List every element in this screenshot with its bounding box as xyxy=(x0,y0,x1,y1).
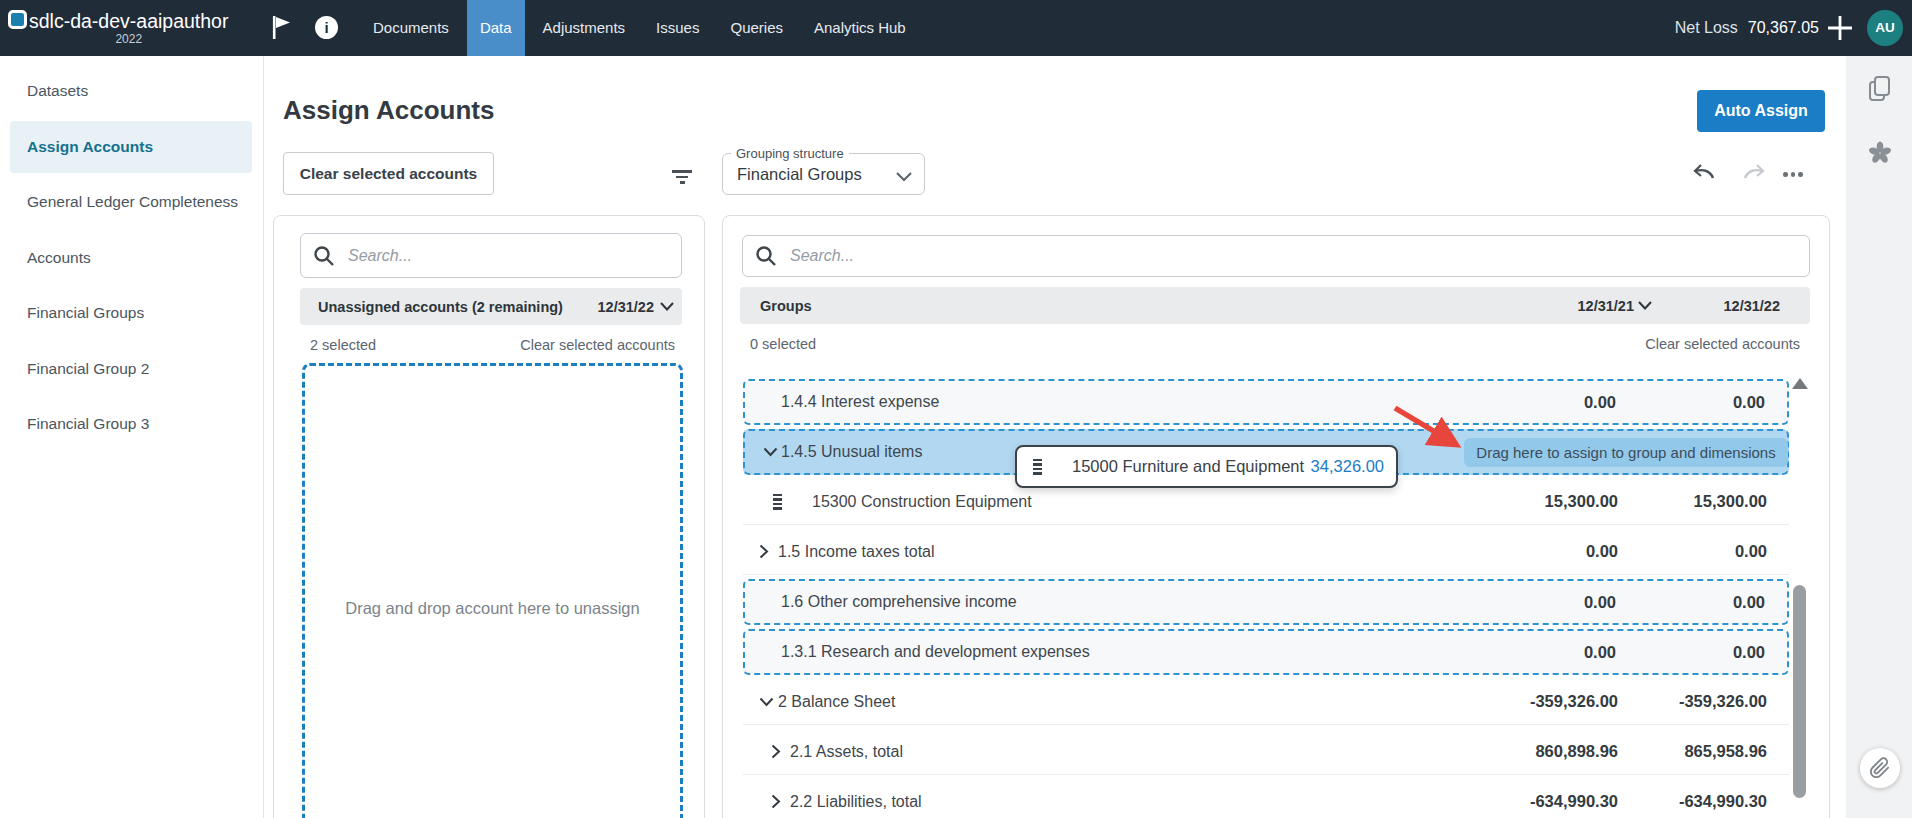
paperclip-icon xyxy=(1869,757,1891,779)
workspace-title: sdlc-da-dev-aaipauthor xyxy=(29,9,228,33)
sidebar: Datasets Assign Accounts General Ledger … xyxy=(0,56,264,818)
groups-header: Groups 12/31/21 12/31/22 xyxy=(740,287,1810,324)
search-icon xyxy=(755,245,777,267)
left-clear-selected-link[interactable]: Clear selected accounts xyxy=(520,337,675,353)
left-date-column: 12/31/22 xyxy=(598,299,654,315)
nav-queries[interactable]: Queries xyxy=(717,0,796,56)
groups-panel: Search... Groups 12/31/21 12/31/22 0 sel… xyxy=(722,215,1830,818)
grouping-structure-select[interactable]: Grouping structure Financial Groups xyxy=(722,153,925,195)
app-logo[interactable]: sdlc-da-dev-aaipauthor 2022 xyxy=(8,7,228,46)
chevron-right-icon[interactable] xyxy=(759,544,769,559)
nav-documents[interactable]: Documents xyxy=(360,0,462,56)
plus-icon[interactable] xyxy=(1825,13,1855,43)
right-selected-count: 0 selected xyxy=(750,336,816,352)
grouping-structure-label: Grouping structure xyxy=(731,146,849,161)
nav-analytics-hub[interactable]: Analytics Hub xyxy=(801,0,919,56)
info-icon[interactable]: i xyxy=(315,16,338,39)
arrow-annotation xyxy=(1390,404,1480,468)
left-selected-count: 2 selected xyxy=(310,337,376,353)
dragged-account-label: 15000 Furniture and Equipment xyxy=(1072,457,1304,476)
grouping-structure-value: Financial Groups xyxy=(737,165,862,184)
net-loss-value: 70,367.05 xyxy=(1748,19,1819,37)
chevron-down-icon[interactable] xyxy=(660,302,674,311)
group-row-1-5[interactable]: 1.5 Income taxes total 0.000.00 xyxy=(743,529,1789,575)
clear-selected-accounts-button[interactable]: Clear selected accounts xyxy=(283,152,494,195)
sidebar-item-assign-accounts[interactable]: Assign Accounts xyxy=(10,121,252,173)
dropzone-text: Drag and drop account here to unassign xyxy=(345,599,639,617)
filter-icon[interactable] xyxy=(672,170,692,187)
group-row-1-6[interactable]: 1.6 Other comprehensive income 0.000.00 xyxy=(743,579,1789,625)
right-search-placeholder: Search... xyxy=(790,247,854,265)
drag-here-chip: Drag here to assign to group and dimensi… xyxy=(1464,438,1788,467)
chevron-down-icon[interactable] xyxy=(759,697,774,707)
sidebar-item-accounts[interactable]: Accounts xyxy=(0,232,263,284)
column-12-31-22: 12/31/22 xyxy=(1652,298,1810,314)
sidebar-item-datasets[interactable]: Datasets xyxy=(0,65,263,117)
net-loss-label: Net Loss xyxy=(1675,19,1738,37)
main-content: Assign Accounts Auto Assign Clear select… xyxy=(265,56,1846,818)
chevron-down-icon xyxy=(896,168,912,186)
sidebar-item-financial-groups[interactable]: Financial Groups xyxy=(0,287,263,339)
nav-adjustments[interactable]: Adjustments xyxy=(530,0,639,56)
unassigned-accounts-header[interactable]: Unassigned accounts (2 remaining) 12/31/… xyxy=(300,288,682,325)
sidebar-item-general-ledger-completeness[interactable]: General Ledger Completeness xyxy=(0,176,263,228)
unassign-dropzone[interactable]: Drag and drop account here to unassign xyxy=(302,363,683,818)
column-12-31-21: 12/31/21 xyxy=(1578,298,1634,314)
scrollbar-thumb[interactable] xyxy=(1793,585,1806,798)
redo-icon[interactable] xyxy=(1741,164,1765,188)
ellipsis-icon[interactable] xyxy=(1783,172,1803,177)
left-search-placeholder: Search... xyxy=(348,247,412,265)
top-nav: Documents Data Adjustments Issues Querie… xyxy=(360,0,924,56)
search-icon xyxy=(313,245,335,267)
dragged-account-amount: 34,326.00 xyxy=(1311,457,1384,476)
chevron-right-icon[interactable] xyxy=(771,744,781,759)
nav-data[interactable]: Data xyxy=(467,0,525,56)
groups-title: Groups xyxy=(760,298,812,314)
copy-icon[interactable] xyxy=(1868,75,1892,107)
sidebar-item-financial-group-3[interactable]: Financial Group 3 xyxy=(0,398,263,450)
topbar: sdlc-da-dev-aaipauthor 2022 i Documents … xyxy=(0,0,1912,56)
group-row-1-3-1[interactable]: 1.3.1 Research and development expenses … xyxy=(743,629,1789,675)
chevron-right-icon[interactable] xyxy=(771,794,781,809)
group-row-2-1[interactable]: 2.1 Assets, total 860,898.96865,958.96 xyxy=(743,729,1789,775)
community-icon[interactable] xyxy=(1868,141,1892,169)
group-row-1-4-4[interactable]: 1.4.4 Interest expense 0.000.00 xyxy=(743,379,1789,425)
scroll-up-icon[interactable] xyxy=(1792,378,1808,389)
unassigned-accounts-title: Unassigned accounts (2 remaining) xyxy=(318,299,563,315)
chevron-down-icon[interactable] xyxy=(763,447,778,457)
right-clear-selected-link[interactable]: Clear selected accounts xyxy=(1645,336,1800,352)
workiva-logo-icon xyxy=(8,10,27,29)
unassigned-accounts-panel: Search... Unassigned accounts (2 remaini… xyxy=(273,215,705,818)
paperclip-button[interactable] xyxy=(1860,748,1900,788)
workspace-year: 2022 xyxy=(29,33,228,46)
flag-icon[interactable] xyxy=(272,15,292,44)
auto-assign-button[interactable]: Auto Assign xyxy=(1697,90,1825,132)
group-row-2[interactable]: 2 Balance Sheet -359,326.00-359,326.00 xyxy=(743,679,1789,725)
drag-handle-icon[interactable] xyxy=(773,494,782,510)
page-title: Assign Accounts xyxy=(283,95,494,126)
group-row-2-2[interactable]: 2.2 Liabilities, total -634,990.30-634,9… xyxy=(743,779,1789,818)
left-search-input[interactable]: Search... xyxy=(300,233,682,278)
right-search-input[interactable]: Search... xyxy=(742,235,1810,277)
nav-issues[interactable]: Issues xyxy=(643,0,712,56)
chevron-down-icon[interactable] xyxy=(1638,301,1652,310)
sidebar-item-financial-group-2[interactable]: Financial Group 2 xyxy=(0,343,263,395)
undo-icon[interactable] xyxy=(1693,164,1717,188)
drag-handle-icon[interactable] xyxy=(1033,459,1042,475)
avatar[interactable]: AU xyxy=(1867,10,1903,46)
dragged-account-card[interactable]: 15000 Furniture and Equipment 34,326.00 xyxy=(1015,445,1398,488)
right-rail xyxy=(1846,56,1912,818)
